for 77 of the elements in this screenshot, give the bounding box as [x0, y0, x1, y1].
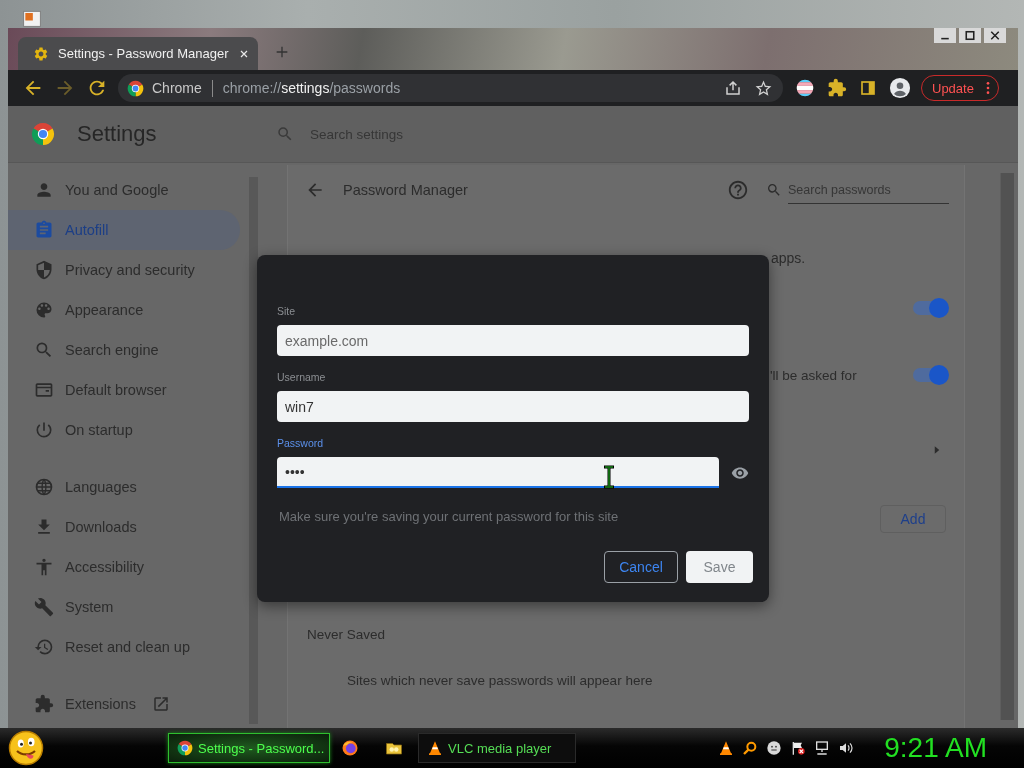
- sidebar-item[interactable]: Appearance: [8, 290, 240, 330]
- url-text: chrome://settings/passwords: [222, 80, 401, 96]
- update-button[interactable]: Update: [921, 75, 999, 101]
- browser-tab[interactable]: Settings - Password Manager: [18, 37, 258, 70]
- minimize-icon[interactable]: [934, 28, 956, 43]
- globe-icon: [34, 477, 54, 497]
- sidebar-item[interactable]: Accessibility: [8, 547, 240, 587]
- wrench-icon: [34, 597, 54, 617]
- desktop-shortcut-icon[interactable]: [22, 8, 42, 28]
- flag-icon[interactable]: [790, 740, 807, 756]
- search-icon: [276, 125, 294, 143]
- input-field[interactable]: win7: [277, 391, 749, 422]
- sidebar-item[interactable]: Search engine: [8, 330, 240, 370]
- accessibility-icon: [34, 557, 54, 577]
- sidebar-item[interactable]: Downloads: [8, 507, 240, 547]
- sidebar-item[interactable]: Default browser: [8, 370, 240, 410]
- smiley-icon[interactable]: [766, 740, 783, 756]
- traffic-cone-icon: [427, 740, 443, 756]
- magnifier-icon[interactable]: [742, 740, 759, 756]
- sidebar-item[interactable]: Extensions: [8, 684, 240, 724]
- scrollbar[interactable]: [249, 177, 258, 724]
- address-bar[interactable]: Chrome chrome://settings/passwords: [118, 74, 783, 102]
- puzzle-icon: [34, 694, 54, 714]
- profile-flag-icon[interactable]: [795, 78, 815, 98]
- field-label: Site: [277, 305, 297, 317]
- site-label: Chrome: [152, 80, 202, 96]
- close-icon[interactable]: [984, 28, 1006, 43]
- chrome-logo-icon: [127, 79, 144, 97]
- description-text: apps.: [771, 250, 806, 266]
- search-icon: [34, 340, 54, 360]
- empty-state-text: Sites which never save passwords will appear here: [346, 672, 654, 690]
- emoji-icon[interactable]: [8, 730, 44, 766]
- taskbar-button[interactable]: VLC media player: [418, 733, 576, 763]
- clipboard-icon: [34, 220, 54, 240]
- external-link-icon: [151, 695, 170, 713]
- toggle-switch[interactable]: [913, 301, 947, 315]
- sidebar-item[interactable]: Reset and clean up: [8, 627, 240, 667]
- maximize-icon[interactable]: [959, 28, 981, 43]
- hint-text: Make sure you're saving your current password for this site: [278, 509, 620, 524]
- password-field[interactable]: ••••: [277, 457, 719, 488]
- field-label: Username: [277, 371, 327, 383]
- shield-icon: [34, 260, 54, 280]
- puzzle-icon[interactable]: [827, 78, 847, 98]
- power-icon: [34, 420, 54, 440]
- section-heading: Never Saved: [306, 626, 387, 644]
- browser-window-icon: [34, 380, 54, 400]
- search-icon: [766, 182, 782, 198]
- traffic-cone-icon[interactable]: [718, 740, 735, 756]
- sidebar-item[interactable]: You and Google: [8, 170, 240, 210]
- network-icon[interactable]: [814, 740, 831, 756]
- toggle-switch[interactable]: [913, 368, 947, 382]
- sidebar-item[interactable]: System: [8, 587, 240, 627]
- input-field[interactable]: example.com: [277, 325, 749, 356]
- avatar-icon[interactable]: [889, 77, 911, 99]
- add-button[interactable]: Add: [880, 505, 946, 533]
- gear-icon: [33, 45, 49, 62]
- field-label: Password: [277, 437, 325, 449]
- palette-icon: [34, 300, 54, 320]
- taskbar-button[interactable]: Settings - Password...: [168, 733, 330, 763]
- clock: 9:21 AM: [884, 732, 987, 764]
- help-icon[interactable]: [727, 179, 749, 201]
- cancel-button[interactable]: Cancel: [604, 551, 678, 583]
- speaker-icon[interactable]: [838, 740, 855, 756]
- sidebar-item[interactable]: On startup: [8, 410, 240, 450]
- side-panel-icon[interactable]: [859, 79, 877, 97]
- settings-title: Settings: [77, 121, 158, 147]
- tab-title: Settings - Password Manager: [58, 46, 229, 61]
- page-title: Password Manager: [343, 182, 468, 198]
- chrome-logo-icon: [177, 740, 193, 756]
- chrome-logo-icon: [31, 122, 55, 146]
- sidebar-item[interactable]: Privacy and security: [8, 250, 240, 290]
- sidebar-item[interactable]: Languages: [8, 467, 240, 507]
- share-icon[interactable]: [724, 79, 742, 97]
- star-icon[interactable]: [754, 78, 773, 98]
- sidebar-item[interactable]: Autofill: [8, 210, 240, 250]
- firefox-icon[interactable]: [341, 739, 359, 757]
- history-icon: [34, 637, 54, 657]
